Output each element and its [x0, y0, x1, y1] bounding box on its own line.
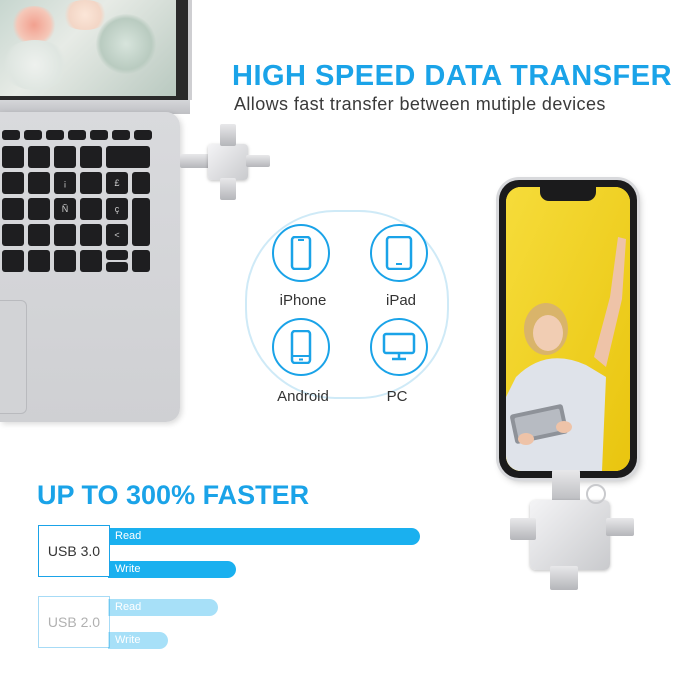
usb2-read-bar: Read: [108, 599, 218, 616]
headline-subtitle: Allows fast transfer between mutiple dev…: [234, 94, 606, 114]
device-label-ipad: iPad: [385, 292, 417, 309]
device-label-pc: PC: [386, 388, 408, 405]
key-less-than: <: [106, 224, 128, 246]
usb3-box: USB 3.0: [38, 525, 110, 577]
monitor-icon: [370, 318, 428, 376]
key-inverted-exclamation: ¡: [54, 172, 76, 194]
smartphone: [499, 180, 637, 478]
headline-title: HIGH SPEED DATA TRANSFER: [232, 60, 673, 92]
usb2-write-label: Write: [115, 634, 141, 646]
usb3-read-label: Read: [115, 530, 142, 542]
usb3-label: USB 3.0: [47, 543, 101, 559]
woman-with-tablet-illustration: [506, 187, 630, 471]
device-label-iphone: iPhone: [279, 292, 327, 309]
device-label-android: Android: [277, 388, 329, 405]
usb2-write-bar: Write: [108, 632, 168, 649]
key-ntilde: Ñ: [54, 198, 76, 220]
usb3-write-label: Write: [115, 563, 141, 575]
key-pound: £: [106, 172, 128, 194]
usb-adapter-large: [510, 470, 640, 600]
usb-adapter-small: [180, 124, 272, 204]
usb3-read-bar: Read: [108, 528, 420, 545]
usb3-write-bar: Write: [108, 561, 236, 578]
trackpad: [0, 300, 27, 414]
laptop-screen: [0, 0, 192, 100]
wallpaper-image: [0, 0, 176, 96]
usb2-label: USB 2.0: [47, 614, 101, 630]
phone-notch: [540, 187, 596, 201]
usb2-box: USB 2.0: [38, 596, 110, 648]
phone-icon: [272, 224, 330, 282]
android-phone-icon: [272, 318, 330, 376]
speed-title: UP TO 300% FASTER: [37, 480, 310, 510]
tablet-icon: [370, 224, 428, 282]
laptop-keyboard-deck: ¡ £ Ñ ç <: [0, 112, 180, 422]
phone-screen-photo: [506, 187, 630, 471]
usb2-read-label: Read: [115, 601, 142, 613]
key-cedilla: ç: [106, 198, 128, 220]
